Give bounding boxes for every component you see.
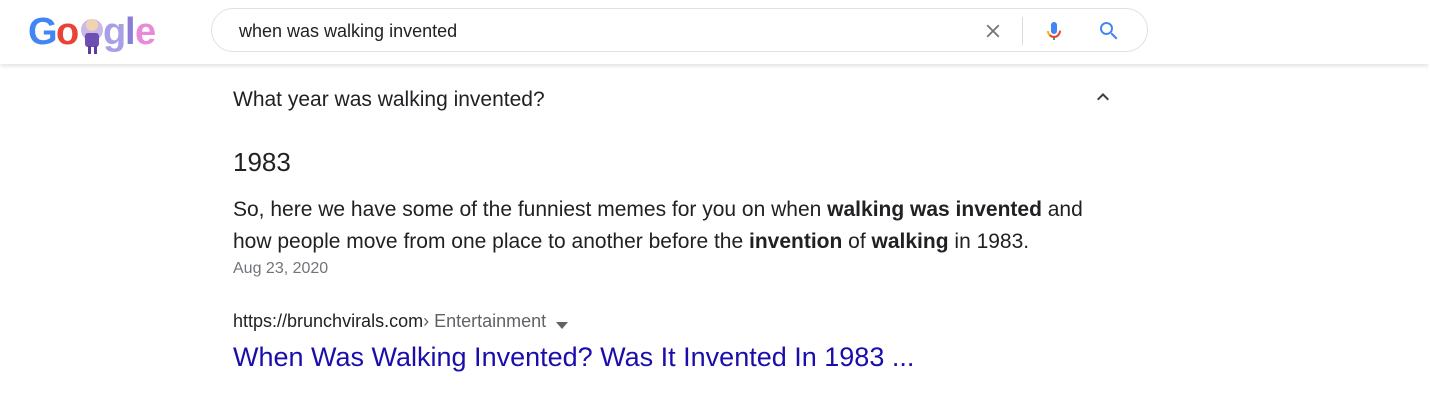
snippet-highlight: walking was invented: [827, 198, 1042, 221]
snippet-highlight: invention: [749, 230, 843, 253]
caret-down-icon: [556, 321, 569, 329]
close-icon: [986, 24, 1000, 38]
search-divider: [1022, 17, 1023, 45]
related-question-row[interactable]: What year was walking invented?: [233, 74, 1113, 126]
svg-text:o: o: [56, 11, 79, 53]
voice-search-button[interactable]: [1038, 15, 1070, 47]
snippet-text: of: [842, 230, 872, 253]
search-input[interactable]: [239, 18, 939, 44]
featured-answer: 1983: [233, 147, 291, 177]
answer-snippet: So, here we have some of the funniest me…: [233, 194, 1123, 258]
citation-path: › Entertainment: [423, 311, 547, 331]
related-question-text: What year was walking invented?: [233, 88, 545, 111]
snippet-date: Aug 23, 2020: [233, 260, 329, 277]
chevron-up-icon: [1097, 93, 1109, 101]
header-bar: G o g l e: [0, 0, 1429, 64]
search-button[interactable]: [1093, 15, 1125, 47]
result-citation: https://brunchvirals.com › Entertainment: [233, 311, 569, 332]
svg-text:g: g: [103, 11, 126, 53]
snippet-text: in 1983.: [948, 230, 1030, 253]
result-menu-button[interactable]: [556, 321, 569, 330]
citation-url: https://brunchvirals.com: [233, 311, 424, 331]
search-icon: [1100, 22, 1118, 40]
svg-text:e: e: [135, 11, 156, 53]
svg-text:G: G: [28, 11, 58, 53]
svg-text:l: l: [125, 11, 136, 53]
google-doodle-logo[interactable]: G o g l e: [28, 8, 156, 56]
microphone-icon: [1047, 22, 1061, 40]
snippet-text: So, here we have some of the funniest me…: [233, 198, 828, 221]
snippet-highlight: walking: [871, 230, 949, 253]
collapse-question-button[interactable]: [1089, 84, 1117, 110]
result-title-link[interactable]: When Was Walking Invented? Was It Invent…: [233, 342, 914, 373]
search-box[interactable]: [211, 8, 1148, 52]
clear-search-button[interactable]: [977, 15, 1009, 47]
